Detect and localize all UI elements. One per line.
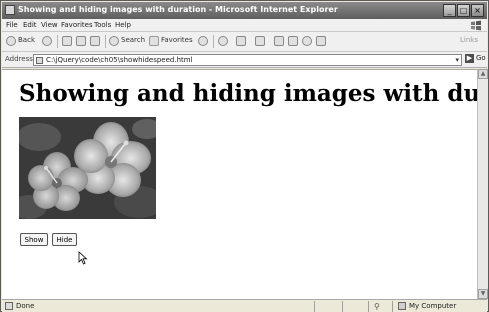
minimize-button[interactable]: _ — [443, 4, 456, 17]
discuss-icon[interactable] — [288, 36, 298, 46]
research-icon[interactable] — [316, 36, 326, 46]
status-divider — [342, 301, 343, 312]
toolbar-divider — [213, 35, 214, 48]
menu-favorites[interactable]: Favorites — [61, 21, 93, 29]
media-icon[interactable] — [198, 36, 208, 46]
status-divider — [392, 301, 393, 312]
back-button-label[interactable]: Back — [18, 36, 35, 44]
search-icon[interactable] — [109, 36, 119, 46]
page-done-icon — [5, 302, 13, 310]
status-divider — [368, 301, 369, 312]
scroll-up-icon[interactable]: ▲ — [478, 69, 488, 79]
toolbar-divider — [105, 35, 106, 48]
windows-logo-icon — [471, 20, 481, 31]
hibiscus-flower-image — [19, 117, 156, 219]
scroll-down-icon[interactable]: ▼ — [478, 289, 488, 299]
page-heading: Showing and hiding images with duration — [19, 80, 477, 107]
status-divider — [314, 301, 315, 312]
favorites-star-icon[interactable] — [149, 36, 159, 46]
home-icon[interactable] — [90, 36, 100, 46]
go-arrow-icon: ▶ — [465, 54, 474, 63]
window-title: Showing and hiding images with duration … — [18, 5, 338, 14]
go-button[interactable]: ▶ Go — [465, 54, 487, 66]
close-button[interactable]: × — [471, 4, 484, 17]
mail-icon[interactable] — [236, 36, 246, 46]
links-label[interactable]: Links — [460, 36, 478, 44]
menu-help[interactable]: Help — [115, 21, 131, 29]
toolbar-divider — [57, 35, 58, 48]
back-arrow-icon[interactable] — [6, 36, 16, 46]
stop-icon[interactable] — [62, 36, 72, 46]
print-icon[interactable] — [255, 36, 265, 46]
status-bar: Done ⚲ My Computer — [2, 299, 487, 312]
edit-icon[interactable] — [274, 36, 284, 46]
show-button[interactable]: Show — [20, 233, 48, 246]
history-icon[interactable] — [218, 36, 228, 46]
address-dropdown-icon[interactable]: ▾ — [455, 56, 459, 64]
security-zone-text: My Computer — [409, 302, 457, 310]
hide-button[interactable]: Hide — [52, 233, 77, 246]
messenger-icon[interactable] — [302, 36, 312, 46]
title-bar[interactable]: Showing and hiding images with duration … — [2, 2, 487, 19]
address-url[interactable]: C:\jQuery\code\ch05\showhidespeed.html — [46, 56, 193, 64]
address-bar: Address C:\jQuery\code\ch05\showhidespee… — [2, 52, 487, 68]
security-icon: ⚲ — [374, 302, 380, 311]
toolbar: Back Search Favorites Links — [2, 32, 487, 52]
vertical-scrollbar[interactable]: ▲ ▼ — [477, 69, 488, 299]
page-icon — [36, 57, 43, 64]
page-content: Showing and hiding images with duration — [2, 69, 477, 299]
address-label: Address — [5, 55, 33, 63]
go-button-label: Go — [476, 54, 486, 62]
mouse-cursor-icon — [78, 251, 88, 265]
refresh-icon[interactable] — [76, 36, 86, 46]
forward-arrow-icon[interactable] — [42, 36, 52, 46]
status-text: Done — [16, 302, 35, 310]
menu-view[interactable]: View — [41, 21, 58, 29]
menu-tools[interactable]: Tools — [94, 21, 111, 29]
flower-photo-icon — [19, 117, 156, 219]
browser-window: Showing and hiding images with duration … — [0, 0, 489, 312]
maximize-button[interactable]: □ — [457, 4, 470, 17]
favorites-button-label[interactable]: Favorites — [161, 36, 193, 44]
my-computer-icon — [398, 302, 406, 310]
ie-app-icon — [5, 5, 15, 15]
menu-file[interactable]: File — [6, 21, 18, 29]
menu-edit[interactable]: Edit — [23, 21, 37, 29]
address-input[interactable]: C:\jQuery\code\ch05\showhidespeed.html ▾ — [33, 54, 462, 66]
menu-bar: File Edit View Favorites Tools Help — [2, 19, 487, 32]
search-button-label[interactable]: Search — [121, 36, 145, 44]
